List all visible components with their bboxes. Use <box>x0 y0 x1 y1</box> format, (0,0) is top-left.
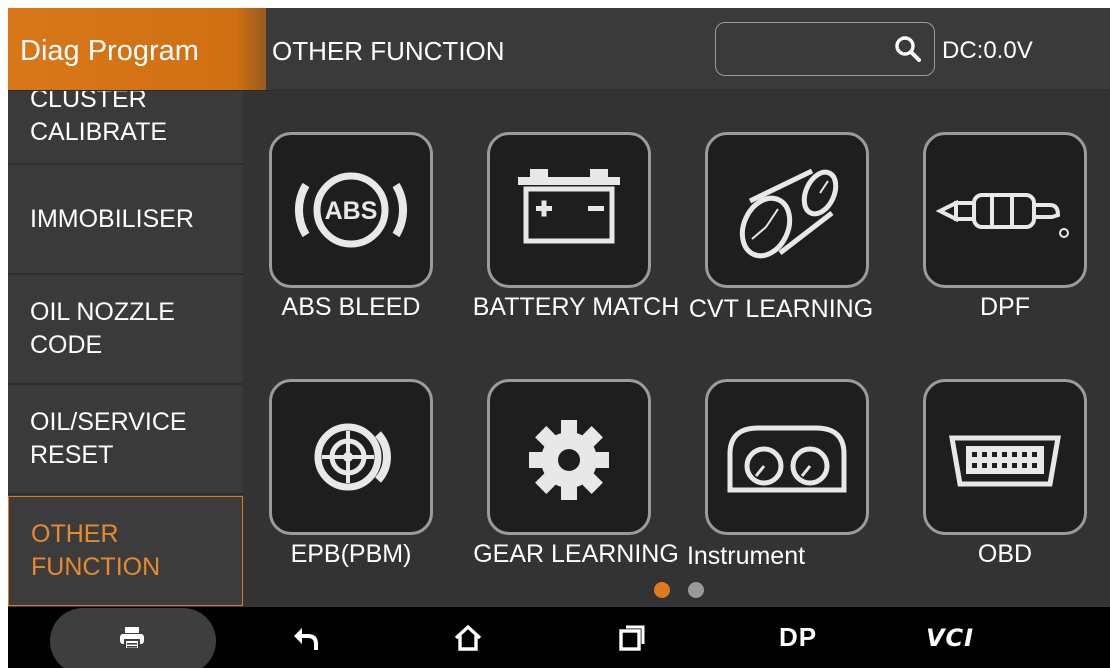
sidebar-item-label: OTHER FUNCTION <box>31 520 161 581</box>
back-button[interactable] <box>276 607 336 668</box>
gear-icon <box>529 420 609 500</box>
page-title: OTHER FUNCTION <box>272 36 505 66</box>
function-tile-gear-learning[interactable] <box>487 379 651 535</box>
vci-button[interactable]: VCI <box>920 607 980 668</box>
search-input[interactable] <box>715 22 935 76</box>
sidebar-item-label: CLUSTER CALIBRATE <box>30 91 168 146</box>
function-label: ABS BLEED <box>281 293 421 321</box>
dp-button[interactable]: DP <box>768 607 828 668</box>
function-tile-dpf[interactable] <box>923 132 1087 288</box>
battery-icon <box>518 169 620 244</box>
app-title[interactable]: Diag Program <box>8 8 266 90</box>
print-icon <box>120 627 144 650</box>
sidebar-item-immobiliser[interactable]: IMMOBILISER <box>8 165 243 275</box>
sidebar-item-oil-service-reset[interactable]: OIL/SERVICE RESET <box>8 385 243 495</box>
sidebar-item-label: OIL NOZZLE CODE <box>30 298 175 359</box>
function-label: Instrument <box>686 542 806 570</box>
app-screen: Diag Program OTHER FUNCTION DC:0.0V CLUS… <box>8 8 1110 668</box>
sidebar[interactable]: CLUSTER CALIBRATE IMMOBILISER OIL NOZZLE… <box>8 91 243 607</box>
function-tile-battery-match[interactable] <box>487 132 651 288</box>
svg-text:ABS: ABS <box>325 197 378 225</box>
cvt-belt-icon <box>739 168 839 259</box>
dc-voltage-readout: DC:0.0V <box>942 37 1033 64</box>
function-label: DPF <box>980 293 1030 321</box>
page-indicator-dot-active[interactable] <box>654 582 670 598</box>
recent-apps-button[interactable] <box>602 607 662 668</box>
function-label: CVT LEARNING <box>688 295 874 323</box>
header-bar: Diag Program OTHER FUNCTION DC:0.0V <box>8 8 1110 91</box>
sidebar-item-label: OIL/SERVICE RESET <box>30 408 187 469</box>
back-icon <box>294 627 318 650</box>
sidebar-item-other-function[interactable]: OTHER FUNCTION <box>8 496 243 606</box>
function-tile-instrument[interactable] <box>705 379 869 535</box>
sidebar-item-label: IMMOBILISER <box>30 204 194 233</box>
vci-label: VCI <box>925 623 975 652</box>
dp-label: DP <box>778 622 818 652</box>
parking-brake-icon <box>314 423 391 491</box>
function-tile-abs-bleed[interactable]: ABS <box>269 132 433 288</box>
print-button[interactable] <box>50 608 216 668</box>
function-label: GEAR LEARNING <box>473 540 679 568</box>
obd-connector-icon <box>949 435 1061 487</box>
function-tile-cvt-learning[interactable] <box>705 132 869 288</box>
sidebar-item-cluster-calibrate[interactable]: CLUSTER CALIBRATE <box>8 91 243 165</box>
recent-apps-icon <box>619 625 645 651</box>
function-label: OBD <box>977 540 1033 568</box>
function-label: EPB(PBM) <box>290 540 412 568</box>
page-indicator-dot[interactable] <box>688 582 704 598</box>
function-tile-obd[interactable] <box>923 379 1087 535</box>
search-icon[interactable] <box>894 35 922 63</box>
system-nav-bar: DP VCI <box>8 607 1110 668</box>
dpf-filter-icon <box>935 193 1069 238</box>
home-icon <box>454 624 482 651</box>
sidebar-item-oil-nozzle-code[interactable]: OIL NOZZLE CODE <box>8 275 243 385</box>
function-tile-epb[interactable] <box>269 379 433 535</box>
abs-icon: ABS <box>294 172 408 248</box>
home-button[interactable] <box>438 607 498 668</box>
function-label: BATTERY MATCH <box>472 293 680 321</box>
instrument-gauge-icon <box>727 425 847 493</box>
